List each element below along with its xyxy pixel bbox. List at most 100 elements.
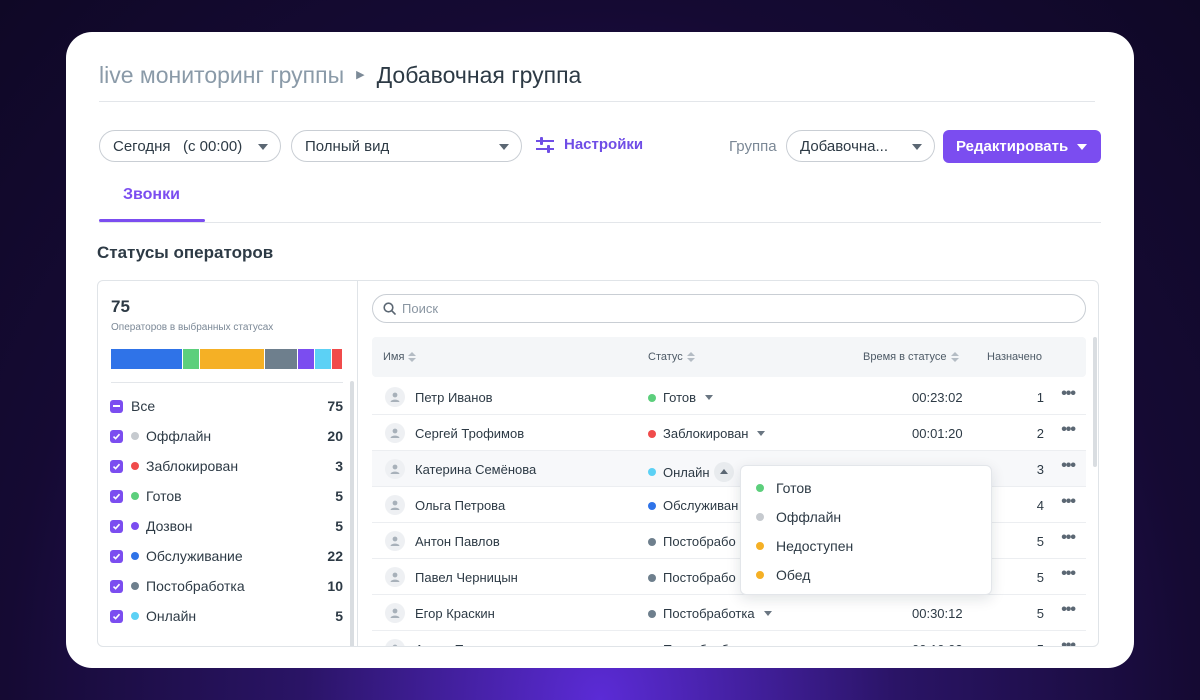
status-filter-count: 3: [335, 458, 343, 474]
status-filter-label: Готов: [146, 488, 182, 504]
status-dot: [131, 522, 139, 530]
status-distribution-bar: [111, 349, 343, 369]
chevron-up-icon[interactable]: [713, 462, 734, 482]
view-select-value: Полный вид: [305, 137, 390, 155]
user-avatar-icon: [385, 387, 405, 407]
status-option[interactable]: Готов: [741, 473, 991, 502]
checkbox[interactable]: [110, 459, 123, 473]
section-title: Статусы операторов: [97, 243, 274, 262]
status-option[interactable]: Оффлайн: [741, 502, 991, 531]
more-horizontal-icon[interactable]: •••: [1061, 637, 1076, 646]
checkbox[interactable]: [110, 579, 123, 593]
status-filter-item[interactable]: Дозвон 5: [110, 511, 343, 541]
group-select[interactable]: Добавочна...: [786, 130, 935, 162]
table-row[interactable]: Антон Павлов Постобработка 00:10:02 5 •••: [372, 631, 1086, 646]
chevron-down-icon: [258, 144, 268, 150]
checkbox[interactable]: [110, 549, 123, 563]
status-dot: [648, 537, 656, 546]
status-select[interactable]: Постобработка: [648, 642, 772, 646]
sliders-icon: [536, 136, 554, 153]
assigned-count: 5: [1036, 606, 1044, 621]
header-divider: [99, 101, 1095, 102]
breadcrumb-parent-link[interactable]: live мониторинг группы: [99, 60, 344, 90]
status-filter-count: 5: [335, 488, 343, 504]
more-horizontal-icon[interactable]: •••: [1061, 421, 1076, 439]
status-option[interactable]: Недоступен: [741, 531, 991, 560]
table-header: Имя Статус Время в статусе Назначено: [372, 337, 1086, 377]
status-select[interactable]: Постобработка: [648, 606, 772, 621]
checkbox[interactable]: [110, 429, 123, 443]
status-filter-label: Постобработка: [146, 578, 245, 594]
more-horizontal-icon[interactable]: •••: [1061, 457, 1076, 475]
checkbox[interactable]: [110, 519, 123, 533]
table-scrollbar[interactable]: [1093, 337, 1097, 467]
breadcrumb: live мониторинг группы ▶ Добавочная груп…: [99, 60, 581, 90]
status-select[interactable]: Заблокирован: [648, 426, 766, 441]
status-filter-item[interactable]: Оффлайн 20: [110, 421, 343, 451]
status-option[interactable]: Обед: [741, 560, 991, 589]
status-select[interactable]: Постобрабо: [648, 534, 736, 549]
total-caption: Операторов в выбранных статусах: [111, 322, 274, 333]
table-row[interactable]: Сергей Трофимов Заблокирован 00:01:20 2 •••: [372, 415, 1086, 451]
view-select[interactable]: Полный вид: [291, 130, 522, 162]
bar-segment: [315, 349, 332, 369]
tab-calls[interactable]: Звонки: [123, 186, 180, 204]
checkbox[interactable]: [110, 489, 123, 503]
status-dot: [131, 612, 139, 620]
bar-segment: [199, 349, 265, 369]
table-row[interactable]: Петр Иванов Готов 00:23:02 1 •••: [372, 379, 1086, 415]
status-dot: [131, 462, 139, 470]
group-select-value: Добавочна...: [800, 137, 889, 155]
status-value: Обслуживан: [663, 498, 739, 513]
checkbox[interactable]: [110, 609, 123, 623]
status-filter-item[interactable]: Постобработка 10: [110, 571, 343, 601]
status-filter-item[interactable]: Готов 5: [110, 481, 343, 511]
status-filter-item[interactable]: Все 75: [110, 391, 343, 421]
settings-button[interactable]: Настройки: [536, 136, 643, 153]
chevron-down-icon[interactable]: [763, 611, 772, 616]
status-filter-count: 5: [335, 608, 343, 624]
more-horizontal-icon[interactable]: •••: [1061, 565, 1076, 583]
status-filter-label: Оффлайн: [146, 428, 212, 444]
status-filter-item[interactable]: Заблокирован 3: [110, 451, 343, 481]
status-filter-count: 22: [327, 548, 343, 564]
status-value: Постобработка: [663, 642, 755, 646]
operator-name: Катерина Семёнова: [415, 462, 537, 477]
status-option-label: Готов: [776, 479, 812, 496]
more-horizontal-icon[interactable]: •••: [1061, 493, 1076, 511]
status-filter-item[interactable]: Обслуживание 22: [110, 541, 343, 571]
period-select[interactable]: Сегодня (с 00:00): [99, 130, 281, 162]
edit-button[interactable]: Редактировать: [943, 130, 1101, 163]
indeterminate-icon: [113, 405, 120, 407]
check-icon: [112, 433, 121, 440]
assigned-count: 2: [1036, 426, 1044, 441]
user-avatar-icon: [385, 531, 405, 551]
column-time[interactable]: Время в статусе: [863, 351, 959, 363]
time-in-status: 00:01:20: [912, 426, 963, 441]
status-option-label: Недоступен: [776, 537, 854, 554]
chevron-down-icon[interactable]: [705, 395, 714, 400]
assigned-count: 5: [1036, 570, 1044, 585]
status-dot: [131, 492, 139, 500]
status-value: Онлайн: [663, 464, 710, 480]
table-row[interactable]: Егор Краскин Постобработка 00:30:12 5 •••: [372, 595, 1086, 631]
search-input[interactable]: Поиск: [372, 294, 1086, 323]
more-horizontal-icon[interactable]: •••: [1061, 529, 1076, 547]
more-horizontal-icon[interactable]: •••: [1061, 385, 1076, 403]
assigned-count: 3: [1036, 462, 1044, 477]
operator-name: Антон Павлов: [415, 534, 500, 549]
column-status[interactable]: Статус: [648, 351, 695, 363]
status-select[interactable]: Постобрабо: [648, 570, 736, 585]
status-select[interactable]: Онлайн: [648, 462, 734, 482]
chevron-down-icon[interactable]: [757, 431, 766, 436]
status-select[interactable]: Обслуживан: [648, 498, 738, 513]
status-select[interactable]: Готов: [648, 390, 714, 405]
status-list-scrollbar[interactable]: [350, 381, 354, 646]
check-icon: [112, 613, 121, 620]
status-filter-item[interactable]: Онлайн 5: [110, 601, 343, 631]
tabs-divider: [99, 222, 1101, 223]
column-name[interactable]: Имя: [383, 351, 417, 363]
checkbox[interactable]: [110, 399, 123, 413]
check-icon: [112, 493, 121, 500]
more-horizontal-icon[interactable]: •••: [1061, 601, 1076, 619]
